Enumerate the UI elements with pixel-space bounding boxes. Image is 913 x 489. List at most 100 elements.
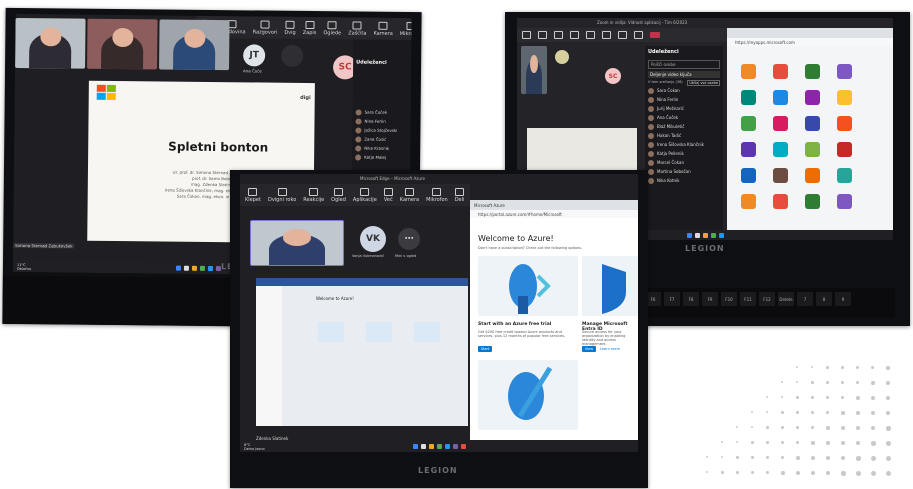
start-trial-button[interactable]: Start	[478, 346, 492, 352]
decor-dot	[886, 396, 890, 400]
toolbar-item[interactable]: Deli	[455, 187, 464, 203]
mute-all-button[interactable]: Utišaj vse osebe	[687, 80, 720, 86]
toolbar-item[interactable]: Kamera	[373, 21, 393, 36]
participant-item[interactable]: Hakan Tadić	[645, 131, 723, 140]
video-tile-3[interactable]	[159, 19, 230, 71]
toolbar-item[interactable]: Dvig	[284, 20, 296, 35]
meeting-toolbar: Klepet Dvigni roko Reakcije Ogled Aplikacije…	[240, 184, 470, 206]
participant-name: Nina Ferlin	[364, 118, 386, 124]
toolbar-item[interactable]: Zaščita	[348, 20, 367, 36]
toolbar-item[interactable]: Kamera	[400, 187, 419, 203]
keyboard-key[interactable]: F9	[702, 292, 718, 306]
video-tile-1[interactable]	[15, 17, 86, 69]
browser-address-bar[interactable]: https://portal.azure.com/#home/Microsoft	[470, 210, 638, 218]
app-tile-icon[interactable]	[837, 168, 852, 183]
decor-dot	[766, 441, 769, 444]
toolbar-item[interactable]: Mikrofon	[426, 187, 448, 203]
participant-list: Sara Čokan Nina Ferlin Jurij Mežnarić Ana Č…	[645, 86, 723, 185]
keyboard-key[interactable]: F11	[740, 292, 756, 306]
participant-item[interactable]: Katja Pellenik	[645, 149, 723, 158]
keyboard-key[interactable]: 8	[816, 292, 832, 306]
browser-address-bar[interactable]: https://myapps.microsoft.com	[727, 38, 893, 46]
avatar-dark[interactable]	[281, 44, 304, 67]
avatar-sc[interactable]: SC	[605, 68, 621, 84]
keyboard-key[interactable]: F12	[759, 292, 775, 306]
legion-logo: LEGION	[685, 244, 725, 253]
app-tile-icon[interactable]	[837, 64, 852, 79]
app-tile-icon[interactable]	[741, 194, 756, 209]
participant-item[interactable]: Irena Šišovska Klančnik	[645, 140, 723, 149]
app-tile-icon[interactable]	[741, 116, 756, 131]
participant-item[interactable]: Martina Sobočan	[645, 167, 723, 176]
toolbar-item[interactable]: Klepet	[245, 187, 261, 203]
app-tile-icon[interactable]	[741, 168, 756, 183]
learn-more-link[interactable]: Learn more	[600, 347, 620, 351]
keyboard-key[interactable]: F7	[664, 292, 680, 306]
keyboard-key[interactable]: 7	[797, 292, 813, 306]
toolbar-label: Reakcije	[303, 196, 325, 203]
decor-dot	[856, 381, 860, 385]
decor-dot	[856, 411, 860, 415]
app-tile-icon[interactable]	[773, 116, 788, 131]
app-tile-icon[interactable]	[741, 142, 756, 157]
participant-item[interactable]: Nika Kotnik	[645, 176, 723, 185]
more-avatar[interactable]: ⋯	[398, 228, 420, 250]
app-tile-icon[interactable]	[741, 90, 756, 105]
participant-name: Nika Krasnik	[364, 145, 390, 151]
video-tile-2[interactable]	[87, 18, 158, 70]
app-tile-icon[interactable]	[773, 64, 788, 79]
app-tile-icon[interactable]	[773, 142, 788, 157]
toolbar-item[interactable]: Več	[383, 187, 393, 203]
app-tile-icon[interactable]	[805, 116, 820, 131]
app-tile-icon[interactable]	[837, 116, 852, 131]
participant-item[interactable]: Nina Ferlin	[645, 95, 723, 104]
avatar-vk[interactable]: VK	[360, 226, 386, 252]
toolbar-item[interactable]: Razgovori	[253, 20, 278, 35]
presenter-video-tile[interactable]	[250, 220, 344, 266]
keyboard-key[interactable]: F10	[721, 292, 737, 306]
app-tile-icon[interactable]	[837, 90, 852, 105]
app-tile-icon[interactable]	[837, 194, 852, 209]
app-tile-icon[interactable]	[773, 194, 788, 209]
decor-dot	[841, 426, 845, 430]
participant-item[interactable]: Marcel Čokan	[645, 158, 723, 167]
participant-item[interactable]: Blaž Mikuletič	[645, 122, 723, 131]
app-tile-icon[interactable]	[805, 90, 820, 105]
view-entra-button[interactable]: View	[582, 346, 596, 352]
app-tile-icon[interactable]	[741, 64, 756, 79]
toolbar-item[interactable]: Zapis	[303, 20, 317, 36]
self-video-tile[interactable]	[521, 46, 547, 94]
leave-button[interactable]	[650, 32, 660, 38]
app-tile-icon[interactable]	[805, 194, 820, 209]
browser-tab[interactable]: Microsoft Azure	[474, 203, 505, 208]
toolbar-item[interactable]: Ogled	[331, 187, 346, 203]
share-button[interactable]: Deljenje video ključa	[648, 71, 720, 78]
app-tile-icon[interactable]	[773, 90, 788, 105]
keyboard-key[interactable]: Delete	[778, 292, 794, 306]
participant-item[interactable]: Ana Čoček	[645, 113, 723, 122]
avatar-yellow[interactable]	[555, 50, 569, 64]
toolbar-item[interactable]: Aplikacije	[353, 187, 377, 203]
search-box[interactable]: Poišči osebe	[648, 60, 720, 69]
app-tile-icon[interactable]	[773, 168, 788, 183]
participant-item[interactable]: Jurij Mežnarić	[645, 104, 723, 113]
avatar-jt[interactable]: JT	[243, 44, 266, 67]
toolbar-item[interactable]: Reakcije	[303, 187, 325, 203]
toolbar-icon	[309, 187, 319, 196]
toolbar-item[interactable]: Oglede	[323, 20, 341, 36]
decor-dot	[871, 411, 875, 415]
toolbar-item[interactable]: Dvigni roko	[268, 187, 296, 203]
participant-item[interactable]: Sara Čokan	[645, 86, 723, 95]
decor-dot	[826, 441, 830, 445]
participant-item[interactable]: Katja Malej	[352, 152, 410, 162]
app-tile-icon[interactable]	[805, 142, 820, 157]
app-tile-icon[interactable]	[805, 168, 820, 183]
keyboard-key[interactable]: 9	[835, 292, 851, 306]
decor-dot	[886, 381, 890, 385]
app-tile-icon[interactable]	[805, 64, 820, 79]
toolbar-item[interactable]: Mikrofon	[400, 21, 412, 37]
toolbar-icon	[383, 187, 393, 196]
keyboard-key[interactable]: F8	[683, 292, 699, 306]
app-tile-icon[interactable]	[837, 142, 852, 157]
participant-name: Sara Čoček	[364, 109, 388, 115]
